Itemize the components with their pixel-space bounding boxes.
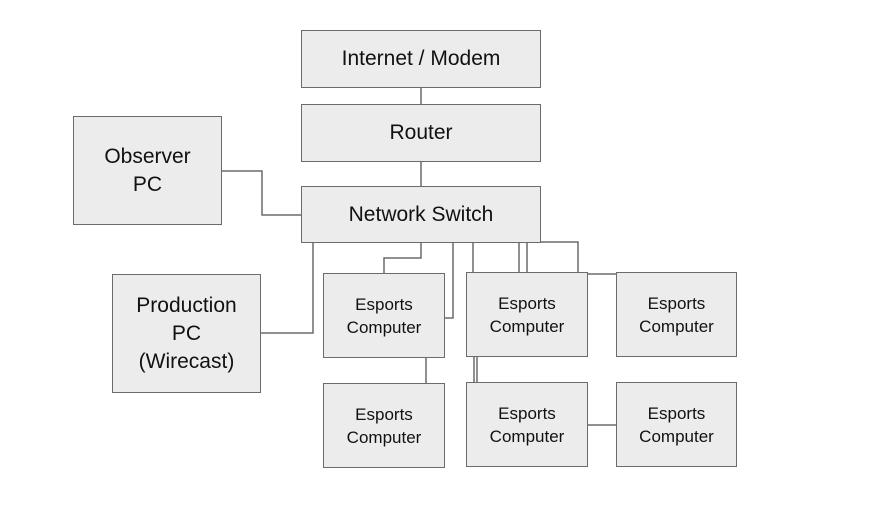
- node-esports-computer: Esports Computer: [323, 383, 445, 468]
- edge-observer-switch: [222, 170, 301, 216]
- node-esports-computer: Esports Computer: [616, 272, 737, 357]
- edge-switch-esports1: [383, 243, 422, 273]
- node-esports-computer: Esports Computer: [466, 272, 588, 357]
- node-router: Router: [301, 104, 541, 162]
- edge-switch-esports1-side: [445, 243, 454, 319]
- edge-switch-esports2-d: [541, 241, 579, 272]
- node-production-pc: Production PC (Wirecast): [112, 274, 261, 393]
- node-network-switch: Network Switch: [301, 186, 541, 243]
- node-internet-modem: Internet / Modem: [301, 30, 541, 88]
- edge-switch-production: [261, 243, 314, 334]
- node-esports-computer: Esports Computer: [323, 273, 445, 358]
- node-esports-computer: Esports Computer: [616, 382, 737, 467]
- node-esports-computer: Esports Computer: [466, 382, 588, 467]
- node-observer-pc: Observer PC: [73, 116, 222, 225]
